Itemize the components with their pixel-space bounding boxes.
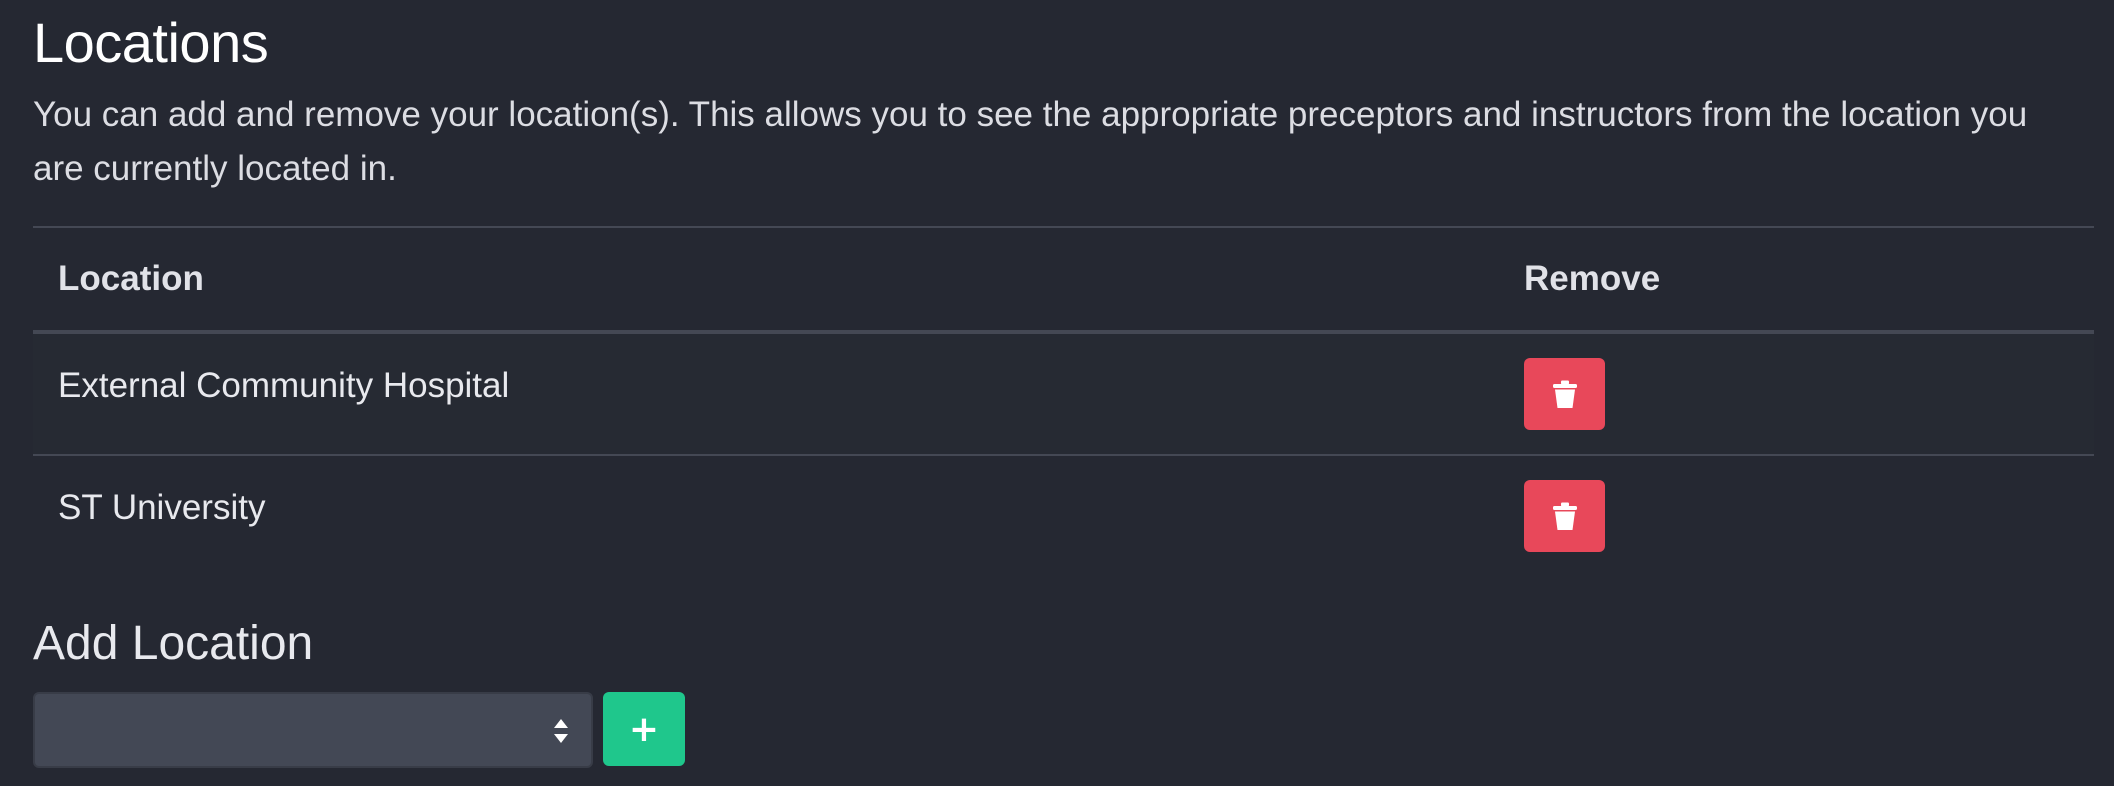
column-header-remove: Remove (1524, 259, 1661, 298)
add-location-title: Add Location (33, 617, 314, 670)
add-location-button[interactable]: + (603, 692, 685, 766)
locations-table: Location Remove External Community Hospi… (33, 226, 2094, 576)
table-row: ST University (33, 456, 2094, 576)
location-name: ST University (58, 488, 266, 527)
trash-icon (1552, 502, 1577, 530)
location-name: External Community Hospital (58, 366, 510, 405)
add-location-form: + (33, 692, 685, 768)
remove-location-button[interactable] (1524, 358, 1605, 430)
trash-icon (1552, 380, 1577, 408)
remove-location-button[interactable] (1524, 480, 1605, 552)
table-header: Location Remove (33, 228, 2094, 334)
page-description: You can add and remove your location(s).… (33, 95, 2028, 188)
table-row: External Community Hospital (33, 334, 2094, 456)
locations-page: Locations You can add and remove your lo… (0, 0, 2114, 786)
page-title: Locations (33, 11, 269, 74)
column-header-location: Location (58, 259, 204, 298)
select-arrows-icon (554, 719, 568, 743)
location-select[interactable] (33, 692, 593, 768)
